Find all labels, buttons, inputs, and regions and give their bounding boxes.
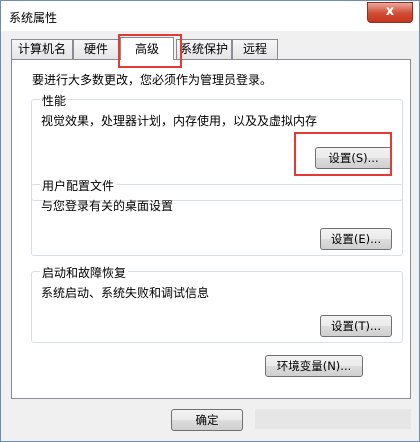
performance-title: 性能: [40, 92, 69, 109]
user-profiles-title: 用户配置文件: [40, 177, 117, 194]
window-title: 系统属性: [9, 11, 58, 25]
close-icon: x: [385, 4, 395, 19]
performance-settings-button[interactable]: 设置(S)...: [315, 147, 392, 169]
tab-advanced[interactable]: 高级: [120, 37, 174, 60]
tab-label: 高级: [134, 42, 159, 56]
tab-computer-name[interactable]: 计算机名: [11, 39, 73, 59]
blurred-footer-area: [255, 409, 411, 429]
tab-hardware[interactable]: 硬件: [73, 39, 119, 59]
tab-remote[interactable]: 远程: [232, 39, 278, 59]
tab-label: 系统保护: [179, 42, 228, 56]
ok-button[interactable]: 确定: [171, 409, 243, 431]
admin-notice: 要进行大多数更改，您必须作为管理员登录。: [32, 73, 273, 87]
environment-variables-button[interactable]: 环境变量(N)...: [265, 355, 363, 377]
advanced-tab-panel: 要进行大多数更改，您必须作为管理员登录。 性能 视觉效果，处理器计划，内存使用，…: [11, 59, 411, 399]
user-profiles-group: 用户配置文件 与您登录有关的桌面设置 设置(E)...: [31, 177, 403, 256]
system-properties-dialog: 系统属性 x 计算机名 硬件 高级 系统保护 远程 要进行大多数更改，您必须作为…: [0, 0, 420, 442]
startup-recovery-settings-button[interactable]: 设置(T)...: [320, 315, 392, 337]
startup-recovery-group: 启动和故障恢复 系统启动、系统失败和调试信息 设置(T)...: [31, 264, 403, 343]
close-button[interactable]: x: [367, 2, 413, 23]
title-bar: 系统属性 x: [1, 1, 419, 31]
startup-recovery-description: 系统启动、系统失败和调试信息: [41, 286, 210, 300]
performance-description: 视觉效果，处理器计划，内存使用，以及及虚拟内存: [41, 114, 318, 128]
user-profiles-description: 与您登录有关的桌面设置: [41, 199, 174, 213]
startup-recovery-title: 启动和故障恢复: [40, 264, 129, 281]
tab-label: 硬件: [83, 42, 108, 56]
tab-label: 远程: [242, 42, 267, 56]
tab-system-protection[interactable]: 系统保护: [176, 39, 232, 59]
user-profiles-settings-button[interactable]: 设置(E)...: [320, 228, 392, 250]
tab-label: 计算机名: [17, 42, 66, 56]
